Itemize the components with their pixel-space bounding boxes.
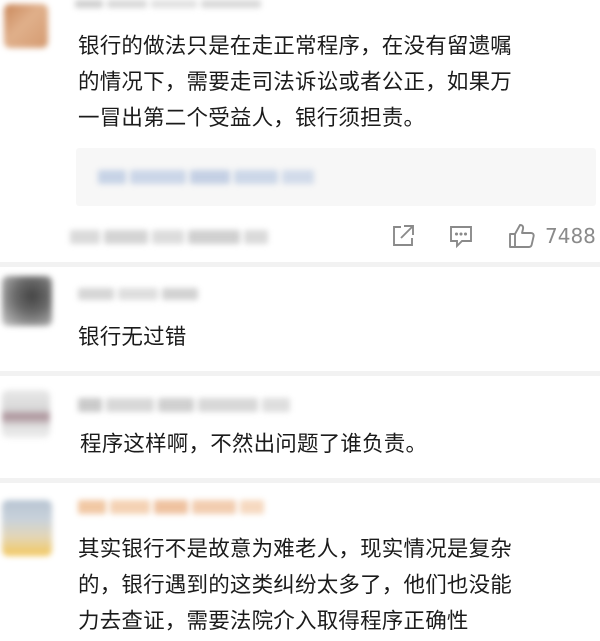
comment-text: 程序这样啊，不然出问题了谁负责。	[80, 427, 600, 463]
comment-text: 银行无过错	[78, 320, 598, 356]
divider	[0, 371, 600, 376]
divider	[0, 478, 600, 483]
quoted-content-redacted	[98, 170, 314, 184]
comment-line: 的情况下，需要走司法诉讼或者公正，如果万	[78, 70, 513, 95]
username-redacted[interactable]	[78, 288, 198, 300]
share-button[interactable]	[389, 222, 419, 250]
username-redacted[interactable]	[78, 500, 264, 514]
username-redacted[interactable]	[75, 0, 261, 8]
comment-icon	[450, 226, 472, 249]
like-count: 7488	[545, 224, 596, 248]
avatar[interactable]	[2, 390, 50, 438]
comment-line: 的，银行遇到的这类纠纷太多了，他们也没能	[78, 573, 513, 598]
comment-text: 其实银行不是故意为难老人，现实情况是复杂 的，银行遇到的这类纠纷太多了，他们也没…	[78, 532, 598, 640]
comment-text: 银行的做法只是在走正常程序，在没有留遗嘱 的情况下，需要走司法诉讼或者公正，如果…	[78, 29, 598, 137]
like-button[interactable]: 7488	[507, 221, 596, 251]
timestamp-redacted	[70, 230, 268, 244]
comment-line: 其实银行不是故意为难老人，现实情况是复杂	[78, 537, 513, 562]
avatar[interactable]	[2, 276, 52, 326]
comment-line: 一冒出第二个受益人，银行须担责。	[78, 106, 426, 131]
comment-line: 程序这样啊，不然出问题了谁负责。	[80, 432, 428, 457]
comment-line: 银行无过错	[78, 325, 187, 350]
avatar[interactable]	[2, 500, 52, 556]
comment-line: 银行的做法只是在走正常程序，在没有留遗嘱	[78, 34, 513, 59]
avatar[interactable]	[4, 4, 48, 48]
share-icon	[393, 225, 414, 246]
quoted-content-box[interactable]	[76, 148, 596, 206]
comment-button[interactable]	[447, 222, 477, 252]
divider	[0, 262, 600, 267]
thumbs-up-icon	[509, 224, 535, 248]
username-redacted[interactable]	[78, 398, 290, 412]
comment-line: 力去查证，需要法院介入取得程序正确性	[78, 609, 469, 634]
